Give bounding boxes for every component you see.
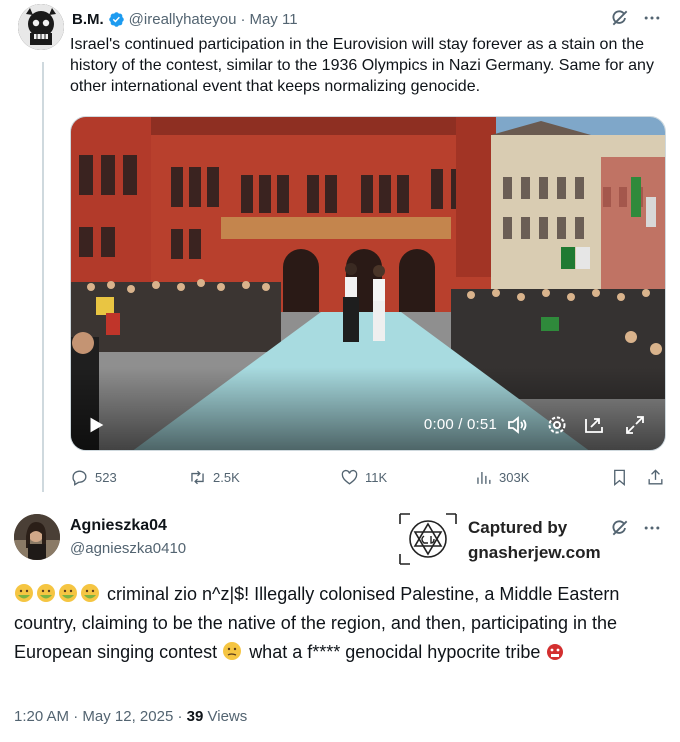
share-icon (648, 468, 663, 485)
verified-badge-icon (108, 11, 124, 27)
reply-text: criminal zio n^z|$! Illegally colonised … (14, 580, 670, 667)
more-icon[interactable] (642, 8, 662, 28)
nauseated-face-emoji-icon (15, 584, 33, 602)
avatar[interactable] (18, 4, 64, 50)
volume-icon[interactable] (505, 413, 529, 437)
picture-in-picture-icon[interactable] (583, 413, 607, 437)
reply-views-label: Views (207, 708, 248, 725)
video-player[interactable]: 0:00 / 0:51 (70, 116, 666, 451)
tweet-original: B.M. @ireallyhateyou · May 11 Israel's c… (0, 0, 680, 500)
avatar[interactable] (14, 514, 60, 560)
like-count: 11K (365, 469, 388, 485)
fullscreen-icon[interactable] (623, 413, 647, 437)
grok-icon[interactable] (610, 518, 630, 538)
tweet-date[interactable]: May 11 (249, 11, 297, 28)
tweet-text: Israel's continued participation in the … (70, 36, 654, 95)
reply-icon (72, 469, 87, 486)
like-button[interactable]: 11K (340, 468, 387, 487)
repost-button[interactable]: 2.5K (188, 468, 240, 487)
grok-icon[interactable] (610, 8, 630, 28)
tweet-top-actions (610, 8, 662, 28)
ogre-emoji-icon (547, 643, 564, 660)
repost-count: 2.5K (213, 469, 240, 485)
reply-button[interactable]: 523 (70, 468, 117, 487)
views-count: 303K (499, 469, 530, 485)
watermark-line1: Captured by (468, 518, 568, 537)
watermark-line2: gnasherjew.com (468, 543, 601, 562)
settings-icon[interactable] (545, 413, 569, 437)
bookmark-button[interactable] (610, 468, 629, 487)
reply-time[interactable]: 1:20 AM (14, 708, 69, 725)
tweet-header: B.M. @ireallyhateyou · May 11 (72, 9, 298, 29)
more-icon[interactable] (642, 518, 662, 538)
reply-views-count: 39 (186, 708, 204, 725)
tweet-stats: 523 2.5K 11K 303K (70, 466, 668, 488)
separator-dot: · (240, 10, 246, 28)
reply-text-tail: what a f**** genocidal hypocrite tribe (249, 642, 541, 662)
repost-icon (191, 470, 204, 484)
author-name[interactable]: B.M. (72, 11, 104, 28)
video-controls: 0:00 / 0:51 (71, 398, 665, 450)
bookmark-icon (614, 469, 625, 486)
video-time: 0:00 / 0:51 (423, 416, 497, 433)
nauseated-face-emoji-icon (37, 584, 55, 602)
separator-dot: · (177, 708, 183, 725)
nauseated-face-emoji-icon (59, 584, 77, 602)
reply-count: 523 (95, 469, 117, 485)
author-name[interactable]: Agnieszka04 (70, 517, 167, 535)
play-icon[interactable] (85, 414, 107, 436)
tweet-top-actions (610, 518, 662, 538)
confused-face-emoji-icon (223, 642, 242, 660)
reply-metadata: 1:20 AM · May 12, 2025 · 39 Views (14, 708, 247, 725)
separator-dot: · (73, 708, 79, 725)
star-of-david-icon (399, 513, 457, 565)
author-handle[interactable]: @ireallyhateyou (129, 11, 237, 28)
heart-icon (341, 469, 358, 485)
nauseated-face-emoji-icon (81, 584, 99, 602)
reply-date[interactable]: May 12, 2025 (82, 708, 173, 725)
author-handle[interactable]: @agnieszka0410 (70, 540, 186, 557)
views-button[interactable]: 303K (474, 468, 529, 487)
share-button[interactable] (646, 468, 665, 487)
watermark: Captured by gnasherjew.com (398, 510, 628, 568)
views-chart-icon (477, 471, 491, 484)
